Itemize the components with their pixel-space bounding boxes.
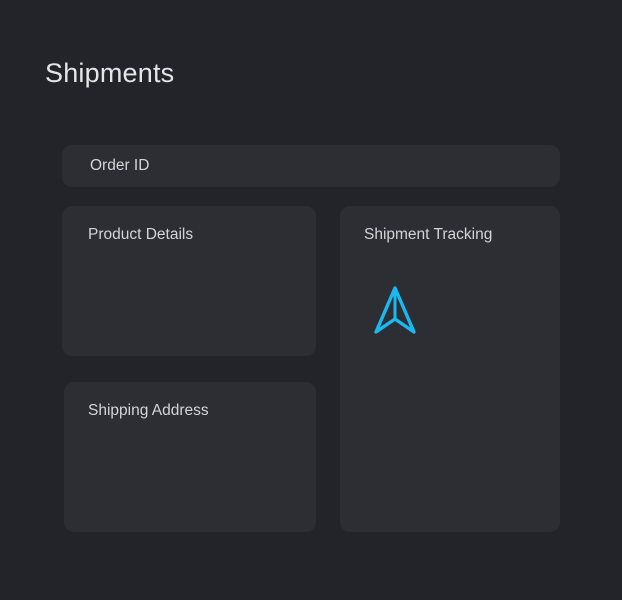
page-title: Shipments bbox=[45, 58, 175, 88]
product-details-title: Product Details bbox=[88, 226, 194, 243]
navigation-arrow-icon bbox=[374, 286, 416, 334]
product-details-card: Product Details bbox=[62, 206, 316, 356]
shipment-tracking-title: Shipment Tracking bbox=[364, 226, 493, 243]
order-id-label: Order ID bbox=[90, 157, 150, 174]
shipment-tracking-card: Shipment Tracking bbox=[340, 206, 560, 532]
shipping-address-card: Shipping Address bbox=[64, 382, 316, 532]
order-id-field[interactable]: Order ID bbox=[62, 145, 560, 187]
shipping-address-title: Shipping Address bbox=[88, 402, 209, 419]
